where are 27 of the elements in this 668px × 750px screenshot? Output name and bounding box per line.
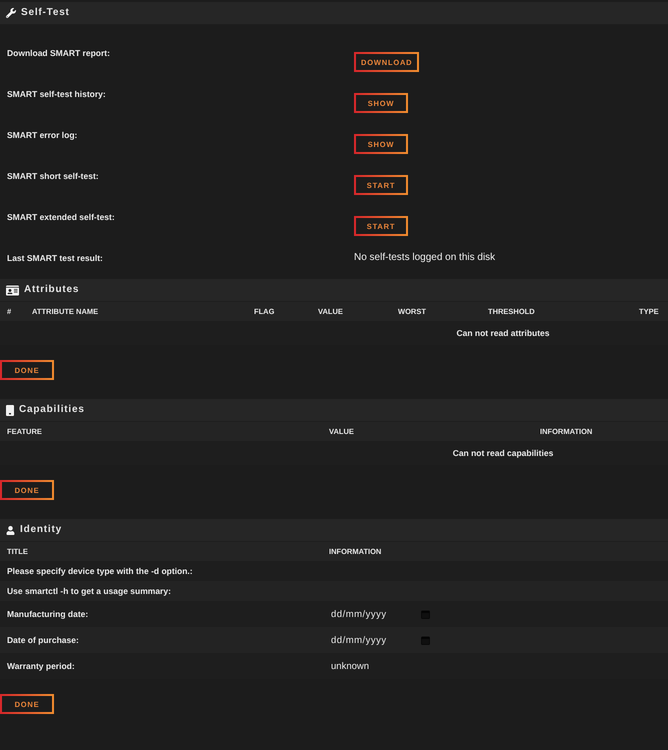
row-title: Please specify device type with the -d option.: [7, 566, 193, 576]
date-field[interactable]: dd/mm/yyyy [329, 607, 421, 621]
row-title: Manufacturing date: [7, 608, 88, 620]
section-title: Capabilities [19, 404, 85, 416]
empty-message: Can not read capabilities [452, 448, 554, 458]
field-label: SMART error log: [7, 129, 78, 141]
info-value: unknown [330, 660, 370, 672]
id-card-icon [6, 284, 19, 296]
empty-message: Can not read attributes [456, 328, 550, 338]
row-title: Warranty period: [7, 660, 75, 672]
section-title: Attributes [24, 284, 80, 296]
section-title: Identity [20, 524, 62, 536]
row-title: Use smartctl -h to get a usage summary: [7, 586, 171, 596]
calendar-icon[interactable] [421, 610, 430, 618]
field-label: SMART extended self-test: [7, 211, 115, 223]
section-title: Self-Test [21, 7, 70, 19]
wrench-icon [6, 8, 16, 18]
result-text: No self-tests logged on this disk [354, 252, 496, 264]
row-title: Date of purchase: [7, 634, 79, 646]
date-field[interactable]: dd/mm/yyyy [329, 633, 421, 647]
field-label: Download SMART report: [7, 47, 110, 59]
user-icon [6, 526, 15, 534]
calendar-icon[interactable] [421, 636, 430, 644]
device-icon [6, 404, 14, 416]
field-label: SMART self-test history: [7, 88, 106, 100]
field-label: Last SMART test result: [7, 252, 103, 264]
field-label: SMART short self-test: [7, 170, 99, 182]
